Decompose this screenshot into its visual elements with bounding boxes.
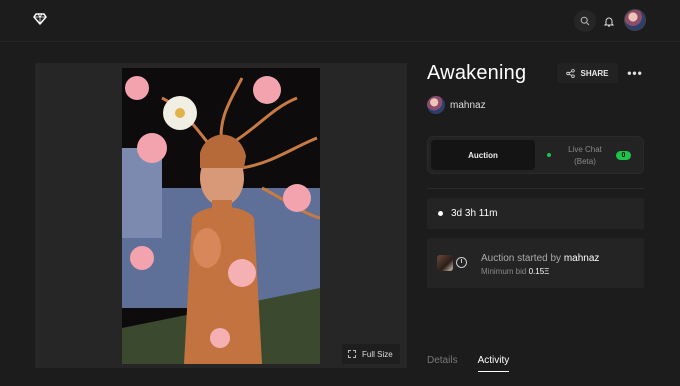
full-size-button[interactable]: Full Size <box>342 344 400 364</box>
search-button[interactable] <box>574 10 596 32</box>
live-chat-count-badge: 0 <box>616 151 631 160</box>
clock-icon <box>456 257 467 268</box>
full-size-label: Full Size <box>362 349 393 359</box>
tab-live-chat[interactable]: Live Chat (Beta) <box>558 144 612 168</box>
min-bid-value: 0.15Ξ <box>528 267 550 276</box>
minimum-bid: Minimum bid 0.15Ξ <box>481 267 549 276</box>
artwork-panel: Full Size <box>35 63 407 368</box>
share-button[interactable]: SHARE <box>557 63 618 83</box>
live-indicator-icon <box>547 153 551 157</box>
timer-dot-icon <box>438 211 443 216</box>
tab-auction[interactable]: Auction <box>431 140 535 170</box>
time-remaining: 3d 3h 11m <box>451 208 498 219</box>
creator-name: mahnaz <box>450 99 486 111</box>
bell-icon <box>604 17 614 27</box>
expand-icon <box>348 350 356 358</box>
activity-event: Auction started by mahnaz Minimum bid 0.… <box>427 238 644 288</box>
min-bid-label: Minimum bid <box>481 267 527 276</box>
auction-timer: 3d 3h 11m <box>427 198 644 229</box>
artwork-image <box>122 68 320 364</box>
search-icon <box>580 16 590 26</box>
detail-tabs: Details Activity <box>427 355 509 372</box>
event-user-avatar[interactable] <box>437 255 453 271</box>
tab-details[interactable]: Details <box>427 355 458 366</box>
tab-activity[interactable]: Activity <box>477 355 509 372</box>
event-title: Auction started by mahnaz <box>481 253 599 264</box>
user-avatar[interactable] <box>624 9 646 31</box>
divider <box>427 188 644 189</box>
diamond-icon[interactable] <box>33 12 47 26</box>
creator-link[interactable]: mahnaz <box>427 96 486 114</box>
auction-tab-switch: Auction Live Chat (Beta) 0 <box>427 136 644 174</box>
notifications-button[interactable] <box>598 10 620 32</box>
more-options-button[interactable]: ••• <box>626 63 644 83</box>
top-bar <box>0 0 680 42</box>
share-icon <box>566 68 576 78</box>
share-label: SHARE <box>580 68 609 78</box>
event-user[interactable]: mahnaz <box>564 253 600 264</box>
creator-avatar <box>427 96 445 114</box>
event-text: Auction started by <box>481 253 562 264</box>
nft-title: Awakening <box>427 62 527 84</box>
